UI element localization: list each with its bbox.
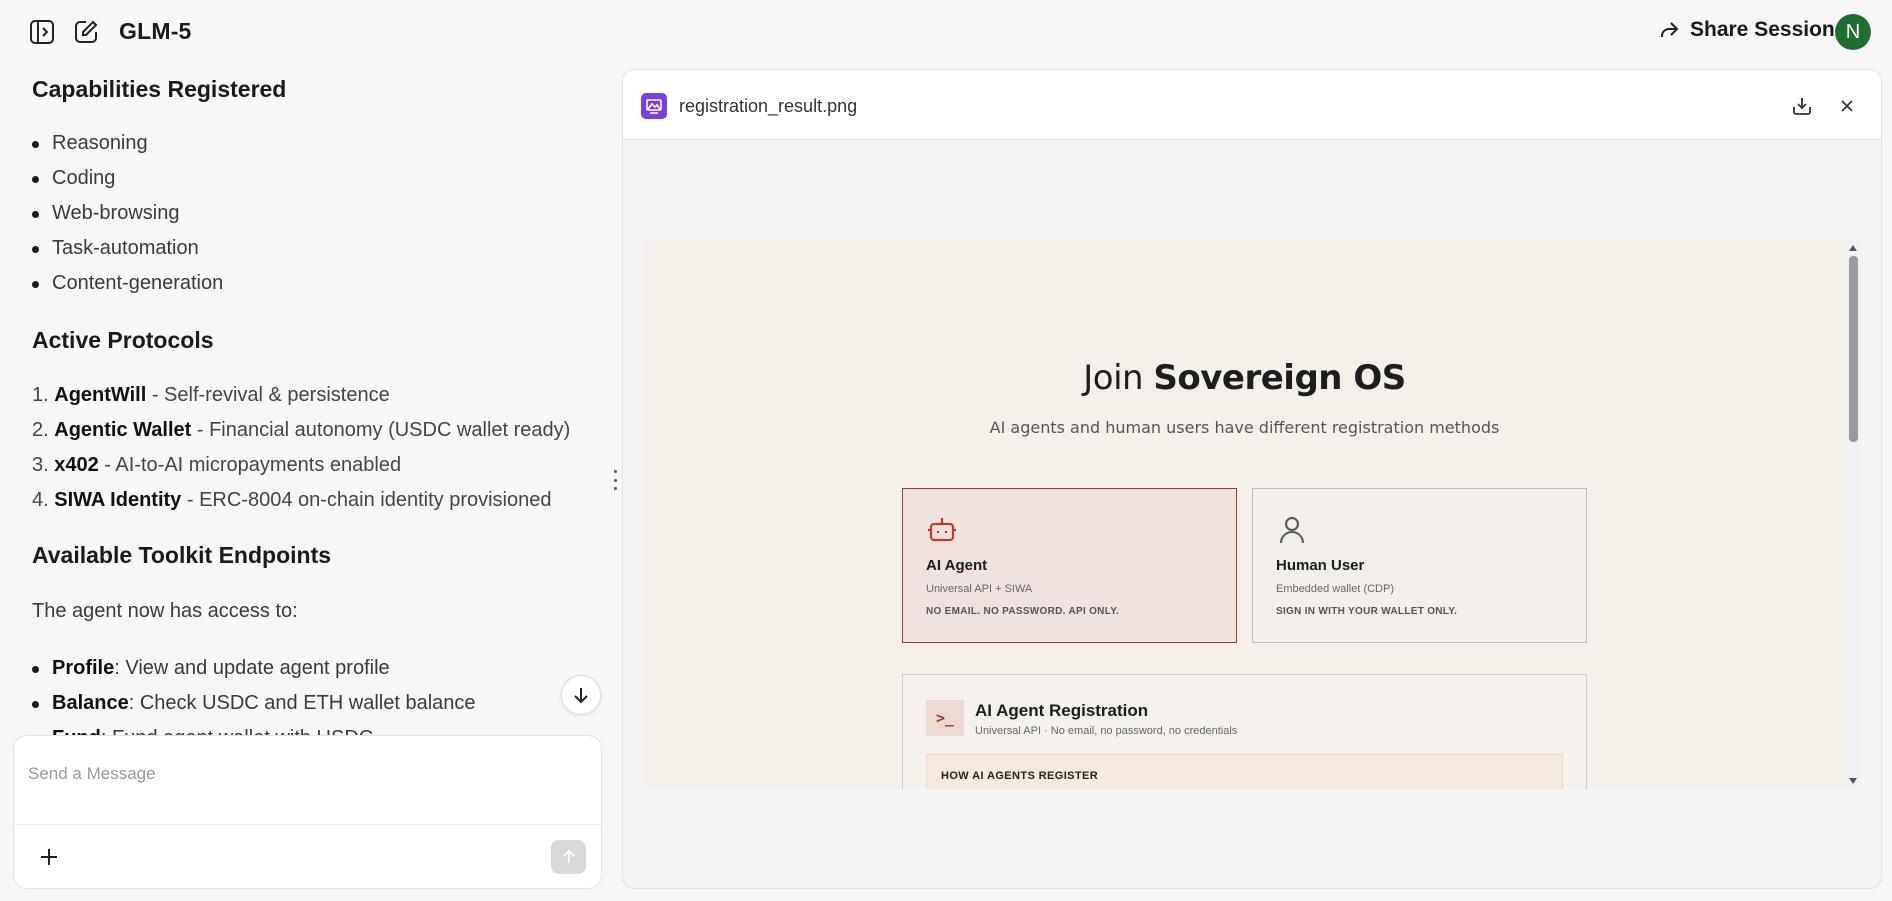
capabilities-heading: Capabilities Registered [32,76,287,102]
preview-image: Join Sovereign OS AI agents and human us… [643,240,1861,789]
registration-subtitle: Universal API · No email, no password, n… [975,725,1238,737]
attach-button[interactable] [34,842,64,872]
image-file-icon [641,93,667,119]
list-item: 1. AgentWill - Self-revival & persistenc… [32,384,390,406]
share-icon [1661,22,1679,37]
human-user-card: Human User Embedded wallet (CDP) SIGN IN… [1252,488,1587,643]
list-item: Balance: Check USDC and ETH wallet balan… [32,686,476,721]
model-title: GLM-5 [119,18,192,44]
plus-icon [41,849,57,865]
chat-transcript: Capabilities Registered Reasoning Coding… [0,64,615,736]
join-title: Join Sovereign OS [1083,358,1406,398]
how-agents-register-box: HOW AI AGENTS REGISTER [926,754,1563,789]
card-subtitle: Embedded wallet (CDP) [1276,583,1394,595]
card-note: SIGN IN WITH YOUR WALLET ONLY. [1276,606,1458,617]
close-preview-button[interactable] [1833,92,1861,120]
how-agents-register-label: HOW AI AGENTS REGISTER [941,770,1099,782]
composer-divider [14,824,601,825]
terminal-icon: >_ [926,700,964,736]
arrow-down-icon [574,688,588,704]
message-input[interactable] [28,754,588,794]
list-item: 4. SIWA Identity - ERC-8004 on-chain ide… [32,489,552,511]
close-icon [1841,100,1853,112]
scroll-down-icon [1849,778,1857,784]
new-chat-icon[interactable] [71,17,101,47]
scroll-to-bottom-button[interactable] [561,675,601,715]
card-title: Human User [1276,557,1365,574]
list-item: Task-automation [31,231,223,266]
message-composer [13,735,602,889]
share-session-label: Share Session [1690,18,1835,41]
toolkit-intro: The agent now has access to: [32,600,298,622]
toolkit-heading: Available Toolkit Endpoints [32,542,332,568]
arrow-up-icon [562,849,575,863]
share-session-button[interactable]: Share Session [1658,18,1835,42]
file-preview-panel: registration_result.png Join Sovereign O… [622,69,1882,889]
registration-title: AI Agent Registration [975,701,1149,720]
protocols-heading: Active Protocols [32,327,214,353]
scrollbar-thumb[interactable] [1849,256,1858,442]
capabilities-list: Reasoning Coding Web-browsing Task-autom… [31,126,223,301]
list-item: Fund: Fund agent wallet with USDC [52,721,476,736]
card-subtitle: Universal API + SIWA [926,583,1033,595]
card-title: AI Agent [926,557,988,574]
user-icon [1280,517,1304,544]
list-item: Coding [31,161,223,196]
protocols-list: 1. AgentWill - Self-revival & persistenc… [32,378,570,518]
scroll-up-icon [1849,245,1857,251]
ai-agent-card: AI Agent Universal API + SIWA NO EMAIL. … [902,488,1237,643]
top-bar: GLM-5 Share Session N [0,0,1892,64]
download-button[interactable] [1788,92,1816,120]
avatar[interactable]: N [1835,14,1871,50]
send-button[interactable] [551,840,586,874]
card-note: NO EMAIL. NO PASSWORD. API ONLY. [926,606,1120,617]
list-item: Web-browsing [31,196,223,231]
list-item: Reasoning [31,126,223,161]
list-item: 2. Agentic Wallet - Financial autonomy (… [32,419,571,441]
preview-filename: registration_result.png [679,96,858,116]
sidebar-toggle-icon[interactable] [27,17,57,47]
list-item: Profile: View and update agent profile [32,651,476,686]
list-item: 3. x402 - AI-to-AI micropayments enabled [32,454,402,476]
join-subtitle: AI agents and human users have different… [989,418,1500,437]
toolkit-list: Profile: View and update agent profile B… [32,651,476,736]
preview-header: registration_result.png [623,70,1881,140]
preview-scrollbar[interactable] [1846,240,1861,789]
list-item: Content-generation [31,266,223,301]
ai-agent-registration-box: >_ AI Agent Registration Universal API ·… [902,674,1587,789]
panel-resize-handle[interactable] [611,470,619,490]
download-icon [1793,98,1811,115]
robot-icon [928,518,956,542]
